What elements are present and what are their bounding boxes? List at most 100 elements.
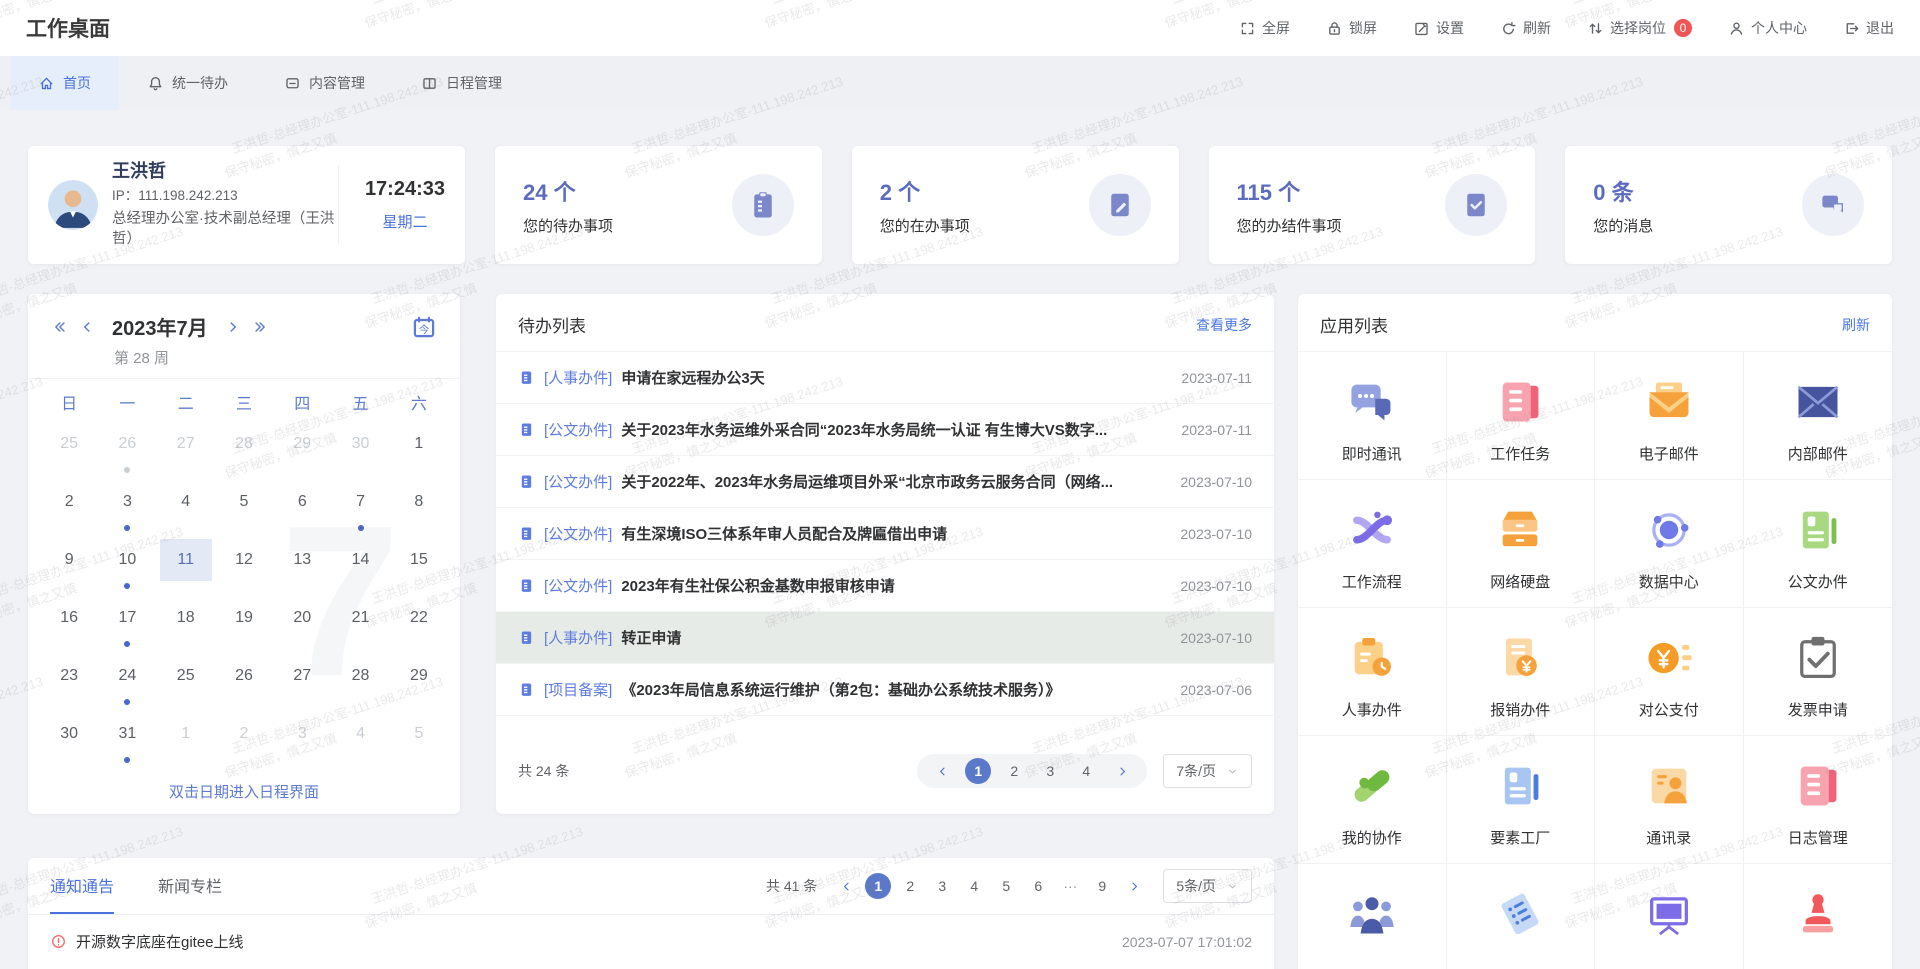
calendar-day-31[interactable]: 31 — [98, 713, 156, 771]
prev-month-button[interactable] — [78, 318, 96, 336]
app-item-12[interactable]: 发票申请 — [1744, 608, 1893, 736]
app-item-6[interactable]: 网络硬盘 — [1447, 480, 1596, 608]
page-size-select[interactable]: 5条/页 — [1163, 869, 1252, 903]
header-action-refresh[interactable]: 刷新 — [1500, 18, 1551, 38]
calendar-day-5[interactable]: 5 — [215, 481, 273, 539]
todo-item[interactable]: [项目备案]《2023年局信息系统运行维护（第2包：基础办公系统技术服务）》20… — [496, 664, 1274, 716]
app-item-16[interactable]: 日志管理 — [1744, 736, 1893, 864]
tab-home[interactable]: 首页 — [10, 56, 119, 110]
calendar-day-14[interactable]: 14 — [331, 539, 389, 597]
tab-schedule-management[interactable]: 日程管理 — [393, 56, 530, 110]
todo-item[interactable]: [公文办件]有生深境ISO三体系年审人员配合及牌匾借出申请2023-07-10 — [496, 508, 1274, 560]
page-2[interactable]: 2 — [897, 873, 923, 899]
todo-item[interactable]: [公文办件]关于2023年水务运维外采合同“2023年水务局统一认证 有生博大V… — [496, 404, 1274, 456]
header-action-select-position[interactable]: 选择岗位0 — [1587, 18, 1692, 38]
app-item-10[interactable]: 报销办件 — [1447, 608, 1596, 736]
calendar-day-17[interactable]: 17 — [98, 597, 156, 655]
calendar-day-30[interactable]: 30 — [331, 423, 389, 481]
calendar-day-15[interactable]: 15 — [390, 539, 448, 597]
todo-item[interactable]: [公文办件]2023年有生社保公积金基数申报审核申请2023-07-10 — [496, 560, 1274, 612]
calendar-day-12[interactable]: 12 — [215, 539, 273, 597]
calendar-day-30[interactable]: 30 — [40, 713, 98, 771]
today-icon[interactable]: 今 — [410, 313, 438, 341]
calendar-day-2[interactable]: 2 — [215, 713, 273, 771]
calendar-day-28[interactable]: 28 — [215, 423, 273, 481]
calendar-day-29[interactable]: 29 — [390, 655, 448, 713]
app-item-11[interactable]: 对公支付 — [1595, 608, 1744, 736]
calendar-day-1[interactable]: 1 — [390, 423, 448, 481]
app-item-4[interactable]: 内部邮件 — [1744, 352, 1893, 480]
header-action-fullscreen[interactable]: 全屏 — [1239, 18, 1290, 38]
tab-content-management[interactable]: 内容管理 — [256, 56, 393, 110]
app-item-18[interactable] — [1447, 864, 1596, 969]
news-item[interactable]: 开源数字底座在gitee上线2023-07-07 17:01:02 — [28, 915, 1274, 968]
calendar-day-26[interactable]: 26 — [215, 655, 273, 713]
header-action-lock-screen[interactable]: 锁屏 — [1326, 18, 1377, 38]
calendar-day-13[interactable]: 13 — [273, 539, 331, 597]
notice-tab-1[interactable]: 新闻专栏 — [158, 858, 222, 914]
tab-unified-todo[interactable]: 统一待办 — [119, 56, 256, 110]
stat-card-2[interactable]: 115 个您的办结件事项 — [1209, 146, 1536, 264]
calendar-day-24[interactable]: 24 — [98, 655, 156, 713]
calendar-day-2[interactable]: 2 — [40, 481, 98, 539]
prev-page-button[interactable] — [929, 758, 955, 784]
app-item-5[interactable]: 工作流程 — [1298, 480, 1447, 608]
prev-year-button[interactable] — [50, 318, 68, 336]
next-month-button[interactable] — [224, 318, 242, 336]
page-5[interactable]: 5 — [993, 873, 1019, 899]
app-item-8[interactable]: 公文办件 — [1744, 480, 1893, 608]
calendar-day-18[interactable]: 18 — [157, 597, 215, 655]
todo-item[interactable]: [人事办件]申请在家远程办公3天2023-07-11 — [496, 352, 1274, 404]
calendar-day-10[interactable]: 10 — [98, 539, 156, 597]
app-item-20[interactable] — [1744, 864, 1893, 969]
calendar-day-27[interactable]: 27 — [273, 655, 331, 713]
page-6[interactable]: 6 — [1025, 873, 1051, 899]
calendar-day-1[interactable]: 1 — [157, 713, 215, 771]
calendar-day-3[interactable]: 3 — [273, 713, 331, 771]
app-item-3[interactable]: 电子邮件 — [1595, 352, 1744, 480]
calendar-day-21[interactable]: 21 — [331, 597, 389, 655]
stat-card-1[interactable]: 2 个您的在办事项 — [852, 146, 1179, 264]
page-ellipsis[interactable]: ··· — [1057, 873, 1083, 899]
app-item-9[interactable]: 人事办件 — [1298, 608, 1447, 736]
calendar-day-8[interactable]: 8 — [390, 481, 448, 539]
stat-card-0[interactable]: 24 个您的待办事项 — [495, 146, 822, 264]
header-action-logout[interactable]: 退出 — [1843, 18, 1894, 38]
app-item-7[interactable]: 数据中心 — [1595, 480, 1744, 608]
next-page-button[interactable] — [1121, 873, 1147, 899]
calendar-day-5[interactable]: 5 — [390, 713, 448, 771]
view-more-link[interactable]: 查看更多 — [1196, 315, 1252, 335]
page-9[interactable]: 9 — [1089, 873, 1115, 899]
calendar-day-29[interactable]: 29 — [273, 423, 331, 481]
page-3[interactable]: 3 — [1037, 758, 1063, 784]
calendar-day-27[interactable]: 27 — [157, 423, 215, 481]
app-item-13[interactable]: 我的协作 — [1298, 736, 1447, 864]
stat-card-3[interactable]: 0 条您的消息 — [1565, 146, 1892, 264]
app-item-1[interactable]: 即时通讯 — [1298, 352, 1447, 480]
next-year-button[interactable] — [252, 318, 270, 336]
prev-page-button[interactable] — [833, 873, 859, 899]
todo-item[interactable]: [公文办件]关于2022年、2023年水务局运维项目外采“北京市政务云服务合同（… — [496, 456, 1274, 508]
page-1[interactable]: 1 — [865, 873, 891, 899]
calendar-day-9[interactable]: 9 — [40, 539, 98, 597]
page-4[interactable]: 4 — [1073, 758, 1099, 784]
calendar-day-4[interactable]: 4 — [157, 481, 215, 539]
app-item-19[interactable] — [1595, 864, 1744, 969]
header-action-personal-center[interactable]: 个人中心 — [1728, 18, 1807, 38]
calendar-day-7[interactable]: 7 — [331, 481, 389, 539]
calendar-day-23[interactable]: 23 — [40, 655, 98, 713]
page-3[interactable]: 3 — [929, 873, 955, 899]
apps-refresh-link[interactable]: 刷新 — [1842, 315, 1870, 335]
todo-item[interactable]: [人事办件]转正申请2023-07-10 — [496, 612, 1274, 664]
calendar-day-20[interactable]: 20 — [273, 597, 331, 655]
calendar-day-6[interactable]: 6 — [273, 481, 331, 539]
page-4[interactable]: 4 — [961, 873, 987, 899]
page-2[interactable]: 2 — [1001, 758, 1027, 784]
page-1[interactable]: 1 — [965, 758, 991, 784]
calendar-day-22[interactable]: 22 — [390, 597, 448, 655]
calendar-day-3[interactable]: 3 — [98, 481, 156, 539]
app-item-15[interactable]: 通讯录 — [1595, 736, 1744, 864]
calendar-day-4[interactable]: 4 — [331, 713, 389, 771]
app-item-2[interactable]: 工作任务 — [1447, 352, 1596, 480]
notice-tab-0[interactable]: 通知通告 — [50, 858, 114, 914]
